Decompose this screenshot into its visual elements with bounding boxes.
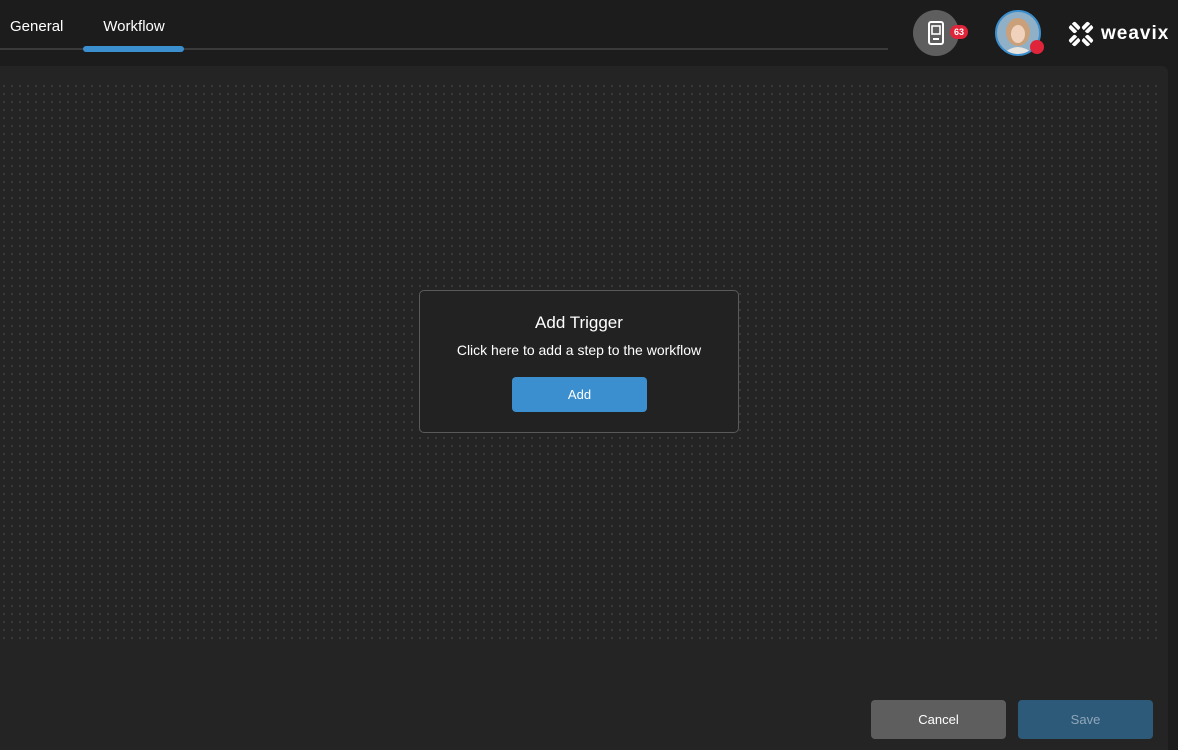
- tab-bar: General Workflow: [0, 0, 888, 52]
- weavix-logo-icon: [1068, 21, 1094, 47]
- cancel-button[interactable]: Cancel: [871, 700, 1006, 739]
- brand-name: weavix: [1101, 23, 1170, 44]
- active-tab-indicator: [83, 46, 184, 52]
- tab-general[interactable]: General: [10, 18, 63, 50]
- add-trigger-card[interactable]: Add Trigger Click here to add a step to …: [419, 290, 739, 433]
- top-bar: General Workflow 63 weavix: [0, 0, 1178, 66]
- trigger-title: Add Trigger: [535, 313, 623, 332]
- trigger-subtitle: Click here to add a step to the workflow: [456, 342, 702, 358]
- brand-logo: weavix: [1067, 20, 1169, 48]
- save-button[interactable]: Save: [1018, 700, 1153, 739]
- user-status-dot: [1030, 40, 1044, 54]
- device-count-badge: 63: [950, 25, 968, 39]
- mobile-device-icon: [928, 21, 944, 45]
- add-button[interactable]: Add: [512, 377, 647, 412]
- workflow-canvas[interactable]: Add Trigger Click here to add a step to …: [0, 66, 1168, 750]
